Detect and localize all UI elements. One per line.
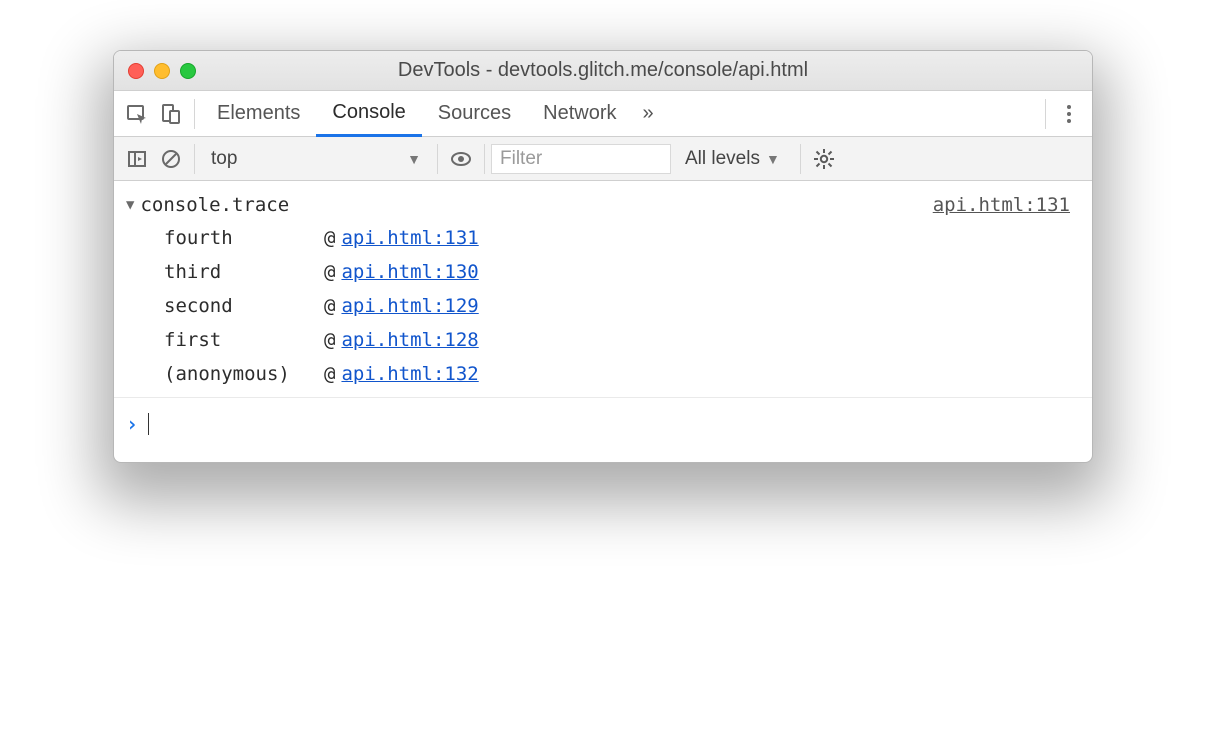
disclosure-triangle-icon[interactable]: ▼: [126, 197, 134, 213]
titlebar: DevTools - devtools.glitch.me/console/ap…: [114, 51, 1092, 91]
inspect-element-icon[interactable]: [120, 97, 154, 131]
log-levels-selector[interactable]: All levels ▼: [671, 148, 794, 170]
device-toolbar-icon[interactable]: [154, 97, 188, 131]
stack-source-link[interactable]: api.html:132: [341, 363, 478, 385]
tab-sources[interactable]: Sources: [422, 91, 527, 136]
stack-frame: second @ api.html:129: [164, 289, 1092, 323]
at-symbol: @: [324, 295, 335, 317]
filter-input[interactable]: [491, 144, 671, 174]
trace-source-link[interactable]: api.html:131: [933, 194, 1080, 216]
trace-label: console.trace: [140, 194, 289, 216]
devtools-window: DevTools - devtools.glitch.me/console/ap…: [113, 50, 1093, 463]
prompt-chevron-icon: ›: [126, 412, 138, 436]
tab-elements[interactable]: Elements: [201, 91, 316, 136]
live-expression-icon[interactable]: [444, 142, 478, 176]
tab-network[interactable]: Network: [527, 91, 632, 136]
tab-console[interactable]: Console: [316, 92, 421, 137]
divider: [437, 144, 438, 174]
devtools-menu-button[interactable]: [1052, 97, 1086, 131]
divider: [194, 144, 195, 174]
context-selector-label: top: [211, 148, 237, 170]
divider: [484, 144, 485, 174]
tabs-overflow-button[interactable]: »: [633, 102, 660, 125]
stack-fn-name: third: [164, 261, 324, 283]
divider: [800, 144, 801, 174]
clear-console-icon[interactable]: [154, 142, 188, 176]
stack-frame: first @ api.html:128: [164, 323, 1092, 357]
stack-fn-name: second: [164, 295, 324, 317]
minimize-window-button[interactable]: [154, 63, 170, 79]
at-symbol: @: [324, 329, 335, 351]
console-prompt[interactable]: ›: [114, 397, 1092, 456]
stack-source-link[interactable]: api.html:131: [341, 227, 478, 249]
traffic-lights: [114, 63, 196, 79]
divider: [1045, 99, 1046, 129]
console-sidebar-toggle-icon[interactable]: [120, 142, 154, 176]
log-levels-label: All levels: [685, 148, 760, 170]
stack-source-link[interactable]: api.html:130: [341, 261, 478, 283]
stack-frame: third @ api.html:130: [164, 255, 1092, 289]
chevron-down-icon: ▼: [766, 151, 780, 167]
trace-header: ▼ console.trace api.html:131: [114, 189, 1092, 221]
stack-source-link[interactable]: api.html:128: [341, 329, 478, 351]
stack-frame: (anonymous) @ api.html:132: [164, 357, 1092, 391]
context-selector[interactable]: top ▼: [201, 144, 431, 174]
at-symbol: @: [324, 261, 335, 283]
stack-frame: fourth @ api.html:131: [164, 221, 1092, 255]
stack-trace: fourth @ api.html:131 third @ api.html:1…: [114, 221, 1092, 391]
stack-source-link[interactable]: api.html:129: [341, 295, 478, 317]
chevron-down-icon: ▼: [407, 151, 421, 167]
close-window-button[interactable]: [128, 63, 144, 79]
devtools-tabbar: Elements Console Sources Network »: [114, 91, 1092, 137]
console-body: ▼ console.trace api.html:131 fourth @ ap…: [114, 181, 1092, 462]
stack-fn-name: first: [164, 329, 324, 351]
text-cursor: [148, 413, 149, 435]
at-symbol: @: [324, 363, 335, 385]
console-toolbar: top ▼ All levels ▼: [114, 137, 1092, 181]
zoom-window-button[interactable]: [180, 63, 196, 79]
stack-fn-name: (anonymous): [164, 363, 324, 385]
at-symbol: @: [324, 227, 335, 249]
divider: [194, 99, 195, 129]
stack-fn-name: fourth: [164, 227, 324, 249]
console-settings-icon[interactable]: [807, 148, 841, 170]
window-title: DevTools - devtools.glitch.me/console/ap…: [114, 59, 1092, 82]
